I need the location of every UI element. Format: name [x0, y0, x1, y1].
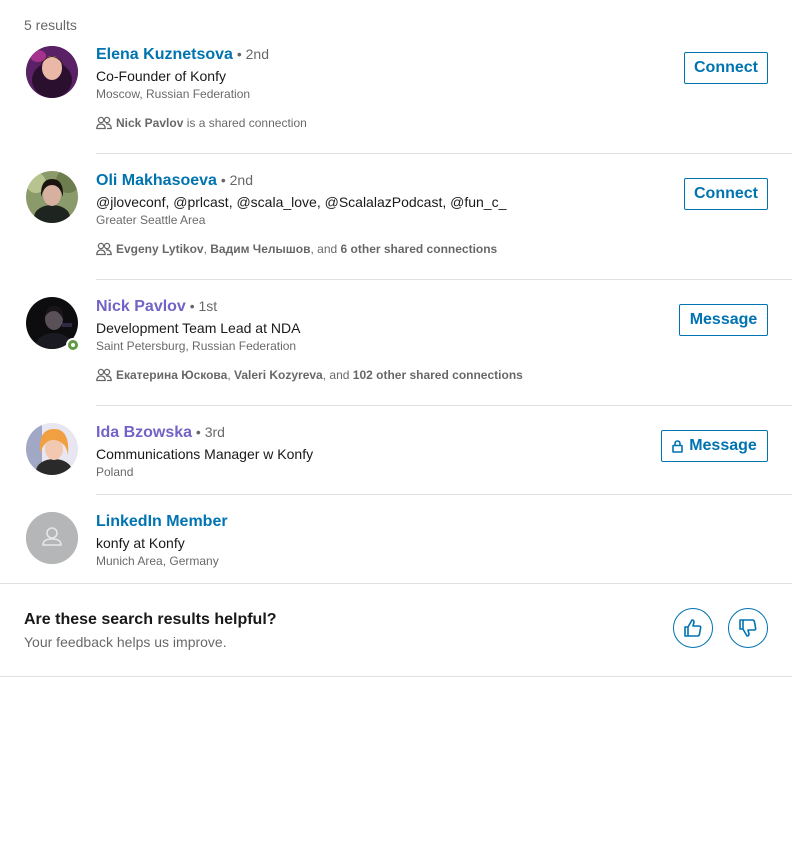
shared-text: ,: [227, 368, 234, 382]
divider: [96, 405, 792, 406]
member-location: Moscow, Russian Federation: [96, 87, 251, 101]
thumbs-down-icon: [739, 619, 757, 637]
member-headline: konfy at Konfy: [96, 535, 185, 551]
member-headline: @jloveconf, @prlcast, @scala_love, @Scal…: [96, 194, 507, 210]
member-location: Munich Area, Germany: [96, 554, 219, 568]
thumbs-up-icon: [684, 619, 702, 637]
shared-connection-count: 102 other shared connections: [352, 368, 523, 382]
divider: [96, 494, 792, 495]
connection-degree: • 2nd: [216, 172, 253, 188]
connect-button[interactable]: Connect: [684, 52, 768, 84]
member-headline: Development Team Lead at NDA: [96, 320, 301, 336]
results-count: 5 results: [24, 17, 77, 33]
connect-button[interactable]: Connect: [684, 178, 768, 210]
message-button[interactable]: Message: [679, 304, 768, 336]
connection-degree: • 2nd: [232, 46, 269, 62]
shared-connection-name: Evgeny Lytikov: [116, 242, 204, 256]
avatar[interactable]: [26, 171, 78, 223]
connection-degree: • 1st: [185, 298, 218, 314]
member-location: Poland: [96, 465, 134, 479]
member-headline: Communications Manager w Konfy: [96, 446, 314, 462]
member-name[interactable]: LinkedIn Member: [96, 513, 228, 530]
member-name[interactable]: Oli Makhasoeva: [96, 172, 217, 189]
shared-connections[interactable]: Evgeny Lytikov, Вадим Челышов, and 6 oth…: [96, 241, 506, 257]
feedback-subtitle: Your feedback helps us improve.: [24, 634, 227, 650]
shared-connection-name: Valeri Kozyreva: [234, 368, 323, 382]
people-icon: [96, 242, 112, 256]
shared-connections[interactable]: Nick Pavlov is a shared connection: [96, 115, 307, 131]
shared-text: , and: [310, 242, 341, 256]
divider: [0, 676, 792, 677]
member-location: Saint Petersburg, Russian Federation: [96, 339, 297, 353]
divider: [96, 153, 792, 154]
member-location: Greater Seattle Area: [96, 213, 206, 227]
member-name[interactable]: Ida Bzowska: [96, 424, 192, 441]
member-name[interactable]: Nick Pavlov: [96, 298, 186, 315]
avatar[interactable]: [26, 423, 78, 475]
member-name[interactable]: Elena Kuznetsova: [96, 46, 233, 63]
thumbs-down-button[interactable]: [728, 608, 768, 648]
feedback-title: Are these search results helpful?: [24, 611, 277, 628]
shared-connection-name: Вадим Челышов: [210, 242, 311, 256]
message-button-label: Message: [689, 437, 757, 454]
lock-icon: [672, 439, 684, 453]
message-button[interactable]: Message: [661, 430, 768, 462]
shared-text: , and: [322, 368, 353, 382]
avatar[interactable]: [26, 46, 78, 98]
member-headline: Co-Founder of Konfy: [96, 68, 226, 84]
people-icon: [96, 368, 112, 382]
shared-connection-count: 6 other shared connections: [340, 242, 498, 256]
divider: [0, 583, 792, 584]
shared-connection-name: Nick Pavlov: [116, 116, 184, 130]
shared-connections[interactable]: Екатерина Юскова, Valeri Kozyreva, and 1…: [96, 367, 523, 383]
people-icon: [96, 116, 112, 130]
divider: [96, 279, 792, 280]
person-icon: [26, 512, 78, 564]
shared-connection-name: Екатерина Юскова: [116, 368, 228, 382]
connection-degree: • 3rd: [192, 424, 225, 440]
thumbs-up-button[interactable]: [673, 608, 713, 648]
shared-text: is a shared connection: [183, 116, 307, 130]
online-status-badge: [66, 338, 80, 352]
avatar-placeholder: [26, 512, 78, 564]
